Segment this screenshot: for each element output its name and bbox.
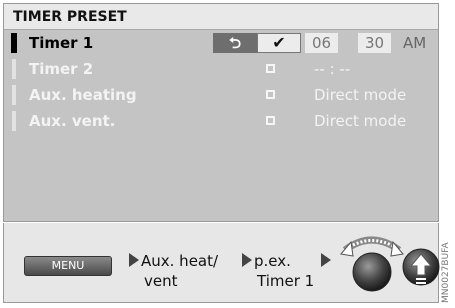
checkbox[interactable] bbox=[266, 116, 275, 125]
menu-item-timer-1[interactable]: Timer 1 ⮌ ✔ 06 30 AM bbox=[4, 30, 438, 56]
row-marker bbox=[12, 59, 16, 79]
arrow-right-icon bbox=[321, 253, 331, 267]
row-marker bbox=[12, 85, 16, 105]
menu-button[interactable]: MENU bbox=[24, 256, 112, 276]
step-text: Timer 1 bbox=[257, 272, 315, 290]
back-button[interactable]: ⮌ bbox=[213, 33, 257, 53]
row-marker bbox=[12, 111, 16, 131]
menu-item-label: Aux. vent. bbox=[29, 112, 116, 130]
mode-value: Direct mode bbox=[314, 86, 407, 104]
hour-field[interactable]: 06 bbox=[305, 33, 338, 53]
menu-item-timer-2[interactable]: Timer 2 -- : -- bbox=[4, 56, 438, 82]
confirm-checkbox[interactable]: ✔ bbox=[257, 33, 301, 53]
menu-item-aux-heating[interactable]: Aux. heating Direct mode bbox=[4, 82, 438, 108]
instruction-panel: MENU Aux. heat/ vent p.ex. Timer 1 bbox=[3, 223, 441, 303]
step-text: Aux. heat/ bbox=[141, 252, 219, 270]
menu-item-label: Timer 1 bbox=[29, 34, 94, 52]
arrow-right-icon bbox=[242, 253, 252, 267]
image-code: MN0027BUFA bbox=[441, 242, 451, 303]
step-aux-heat-vent: Aux. heat/ vent bbox=[129, 251, 218, 291]
push-button-icon[interactable] bbox=[401, 245, 441, 290]
time-value: -- : -- bbox=[314, 60, 351, 78]
ampm-label: AM bbox=[403, 34, 427, 52]
step-text: p.ex. bbox=[254, 252, 291, 270]
mode-value: Direct mode bbox=[314, 112, 407, 130]
step-arrow bbox=[321, 251, 333, 271]
selection-marker bbox=[11, 33, 17, 53]
step-timer-1: p.ex. Timer 1 bbox=[242, 251, 314, 291]
display-screen: TIMER PRESET Timer 1 ⮌ ✔ 06 30 AM Timer … bbox=[3, 3, 439, 222]
step-text: vent bbox=[144, 272, 178, 290]
checkbox[interactable] bbox=[266, 90, 275, 99]
page-title: TIMER PRESET bbox=[4, 4, 438, 30]
menu-item-label: Aux. heating bbox=[29, 86, 137, 104]
menu-item-label: Timer 2 bbox=[29, 60, 94, 78]
checkbox[interactable] bbox=[266, 64, 275, 73]
arrow-right-icon bbox=[129, 253, 139, 267]
rotary-knob-icon[interactable] bbox=[337, 228, 407, 298]
minute-field[interactable]: 30 bbox=[358, 33, 391, 53]
menu-item-aux-vent[interactable]: Aux. vent. Direct mode bbox=[4, 108, 438, 134]
